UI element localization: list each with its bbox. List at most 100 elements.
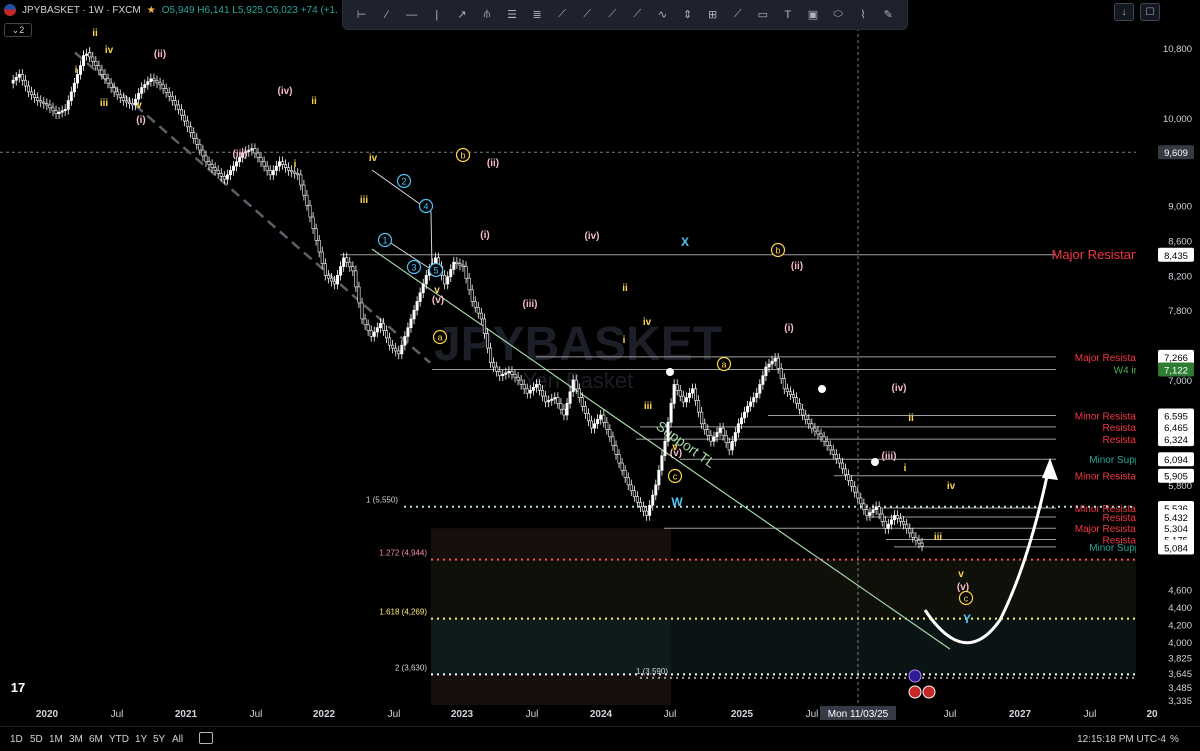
elliott-12345-icon[interactable]: ⟋ (553, 6, 571, 24)
image-icon[interactable]: ▣ (804, 6, 822, 24)
range-1y[interactable]: 1Y (135, 734, 147, 745)
candle-body (256, 152, 260, 158)
wave-label-6: (ii) (154, 49, 166, 60)
vertical-line-icon[interactable]: | (428, 6, 446, 24)
candle-body (305, 194, 309, 206)
price-range-icon[interactable]: ⇕ (679, 6, 697, 24)
path-wave-icon[interactable]: ⌇ (854, 6, 872, 24)
pitchfork-icon[interactable]: ⫛ (478, 6, 496, 24)
candle-body (767, 363, 771, 368)
candle-body (127, 101, 131, 104)
candle-body (764, 366, 768, 377)
candle-body (351, 266, 355, 272)
candle-body (574, 379, 578, 390)
candle-body (501, 373, 505, 377)
candle-body (482, 318, 486, 334)
candle-body (17, 74, 21, 78)
candle-body (109, 82, 113, 88)
ray-icon[interactable]: ↗ (453, 6, 471, 24)
price-tick-3: 9,000 (1168, 201, 1192, 212)
time-tick-5: Jul (388, 709, 401, 720)
candle-body (525, 388, 529, 394)
window-buttons: ↓ ☐ (1114, 3, 1160, 21)
candle-body (886, 523, 890, 529)
candle-body (323, 263, 327, 276)
candle-body (204, 155, 208, 163)
candle-body (586, 413, 590, 422)
ellipse-icon[interactable]: ⬭ (829, 6, 847, 24)
candle-body (299, 174, 303, 186)
candle-body (519, 379, 523, 385)
range-icon[interactable]: ⊢ (353, 6, 371, 24)
range-ytd[interactable]: YTD (109, 734, 129, 745)
candle-body (862, 503, 866, 510)
candle-body (489, 347, 493, 363)
range-5y[interactable]: 5Y (153, 734, 165, 745)
circled-wave-label-7: 4 (423, 202, 428, 212)
candle-body (816, 430, 820, 435)
candle-body (657, 470, 661, 486)
date-price-range-icon[interactable]: ⊞ (704, 6, 722, 24)
wave-label-28: (i) (784, 323, 793, 334)
percent-toggle[interactable]: % (1170, 734, 1179, 745)
text-icon[interactable]: T (779, 6, 797, 24)
range-1m[interactable]: 1M (49, 734, 63, 745)
elliott-wxy-icon[interactable]: ⟋ (628, 6, 646, 24)
candle-body (605, 422, 609, 430)
time-tick-10: 2025 (731, 709, 754, 720)
trend-line-icon[interactable]: ⁄ (378, 6, 396, 24)
wave-label-0: ii (92, 28, 98, 39)
flag-icon (4, 4, 16, 16)
time-tick-9: Jul (664, 709, 677, 720)
symbol-line[interactable]: JPYBASKET · 1W · FXCM (22, 5, 141, 16)
candle-body (522, 384, 526, 390)
candle-body (743, 411, 747, 419)
rectangle-icon[interactable]: ▭ (754, 6, 772, 24)
candle-body (834, 454, 838, 460)
download-button[interactable]: ↓ (1114, 3, 1134, 21)
collapse-indicator[interactable]: ⌄ 2 (4, 23, 32, 37)
elliott-wxyz-icon[interactable]: ⟋ (729, 6, 747, 24)
gann-fan-icon[interactable]: ≣ (528, 6, 546, 24)
elliott-abe-icon[interactable]: ⟋ (603, 6, 621, 24)
candle-body (137, 93, 141, 100)
price-tick-7: 7,800 (1168, 306, 1192, 317)
candle-body (837, 458, 841, 464)
circled-wave-label-0: b (460, 151, 465, 161)
range-all[interactable]: All (172, 734, 183, 745)
candle-body (498, 371, 502, 377)
elliott-abcde-icon[interactable]: ⟋ (578, 6, 596, 24)
candle-body (339, 266, 343, 276)
brush-icon[interactable]: ✎ (879, 6, 897, 24)
price-tick-26: 4,000 (1168, 638, 1192, 649)
candle-body (694, 388, 698, 401)
star-icon[interactable]: ★ (147, 5, 156, 16)
alert-marker-2 (871, 458, 879, 466)
fib-retracement-icon[interactable]: ☰ (503, 6, 521, 24)
price-tick-14: 6,094 (1164, 455, 1188, 466)
maximize-button[interactable]: ☐ (1140, 3, 1160, 21)
horizontal-line-icon[interactable]: — (403, 6, 421, 24)
candle-body (232, 165, 236, 171)
candle-body (91, 56, 95, 62)
candle-body (79, 65, 83, 75)
candle-body (36, 97, 40, 101)
range-6m[interactable]: 6M (89, 734, 103, 745)
candle-body (571, 379, 575, 393)
event-bolt-icon (908, 669, 922, 683)
range-5d[interactable]: 5D (30, 734, 43, 745)
candle-body (271, 170, 275, 176)
price-tick-25: 4,200 (1168, 621, 1192, 632)
candle-body (892, 515, 896, 521)
price-chart[interactable]: JPYBASKETYen BasketMajor ResistanceMajor… (0, 0, 1200, 750)
candle-body (146, 81, 150, 85)
range-3m[interactable]: 3M (69, 734, 83, 745)
price-tick-13: 6,324 (1164, 435, 1188, 446)
candle-body (103, 74, 107, 80)
candle-body (568, 391, 572, 404)
path-icon[interactable]: ∿ (653, 6, 671, 24)
date-range-icon[interactable] (199, 732, 213, 744)
candle-body (452, 261, 456, 270)
range-1d[interactable]: 1D (10, 734, 23, 745)
candle-body (265, 165, 269, 171)
